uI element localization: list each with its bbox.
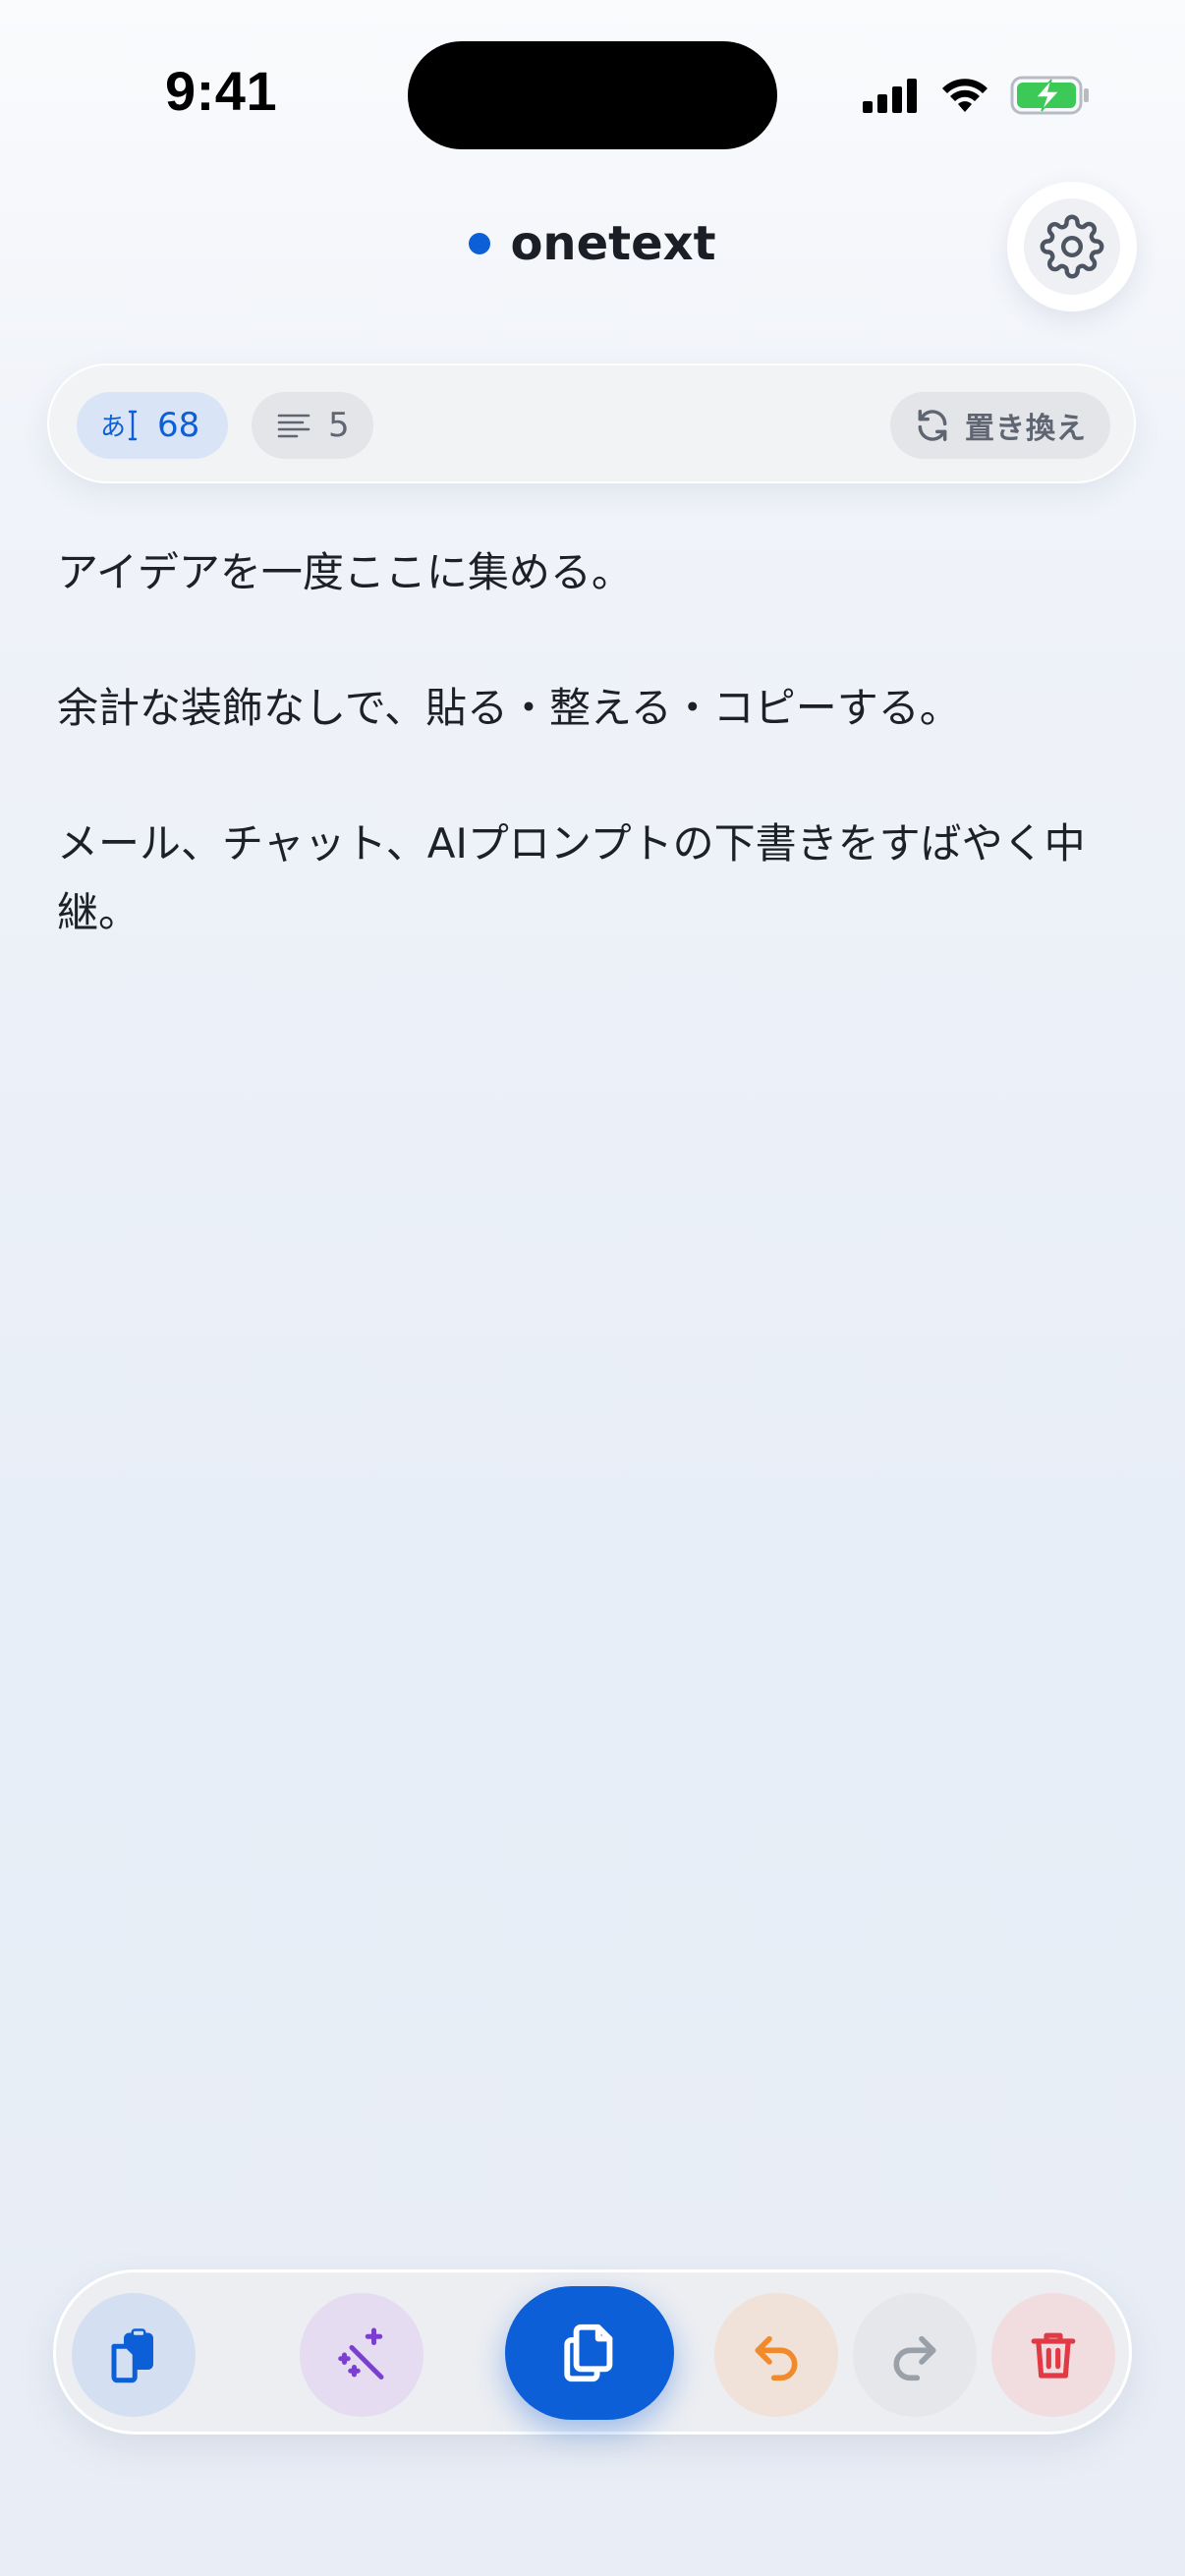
editor-paragraph: メール、チャット、AIプロンプトの下書きをすばやく中継。 xyxy=(57,819,1086,936)
copy-button[interactable] xyxy=(505,2286,674,2420)
editor-paragraph: アイデアを一度ここに集める。 xyxy=(57,548,633,596)
delete-button[interactable] xyxy=(991,2293,1115,2417)
status-icons xyxy=(861,71,1091,120)
wifi-icon xyxy=(942,79,988,112)
dynamic-island xyxy=(408,41,777,149)
stats-bar: あ 68 5 置き換え xyxy=(47,364,1136,483)
replace-button[interactable]: 置き換え xyxy=(890,392,1110,459)
undo-button[interactable] xyxy=(714,2293,838,2417)
char-count-value: 68 xyxy=(157,406,200,445)
magic-wand-icon xyxy=(338,2327,384,2380)
redo-button[interactable] xyxy=(853,2293,977,2417)
copy-icon xyxy=(564,2324,613,2382)
char-count-chip[interactable]: あ 68 xyxy=(77,392,228,459)
line-count-chip[interactable]: 5 xyxy=(252,392,373,459)
gear-icon xyxy=(1040,214,1104,279)
status-dot xyxy=(469,233,491,254)
character-count-icon: あ xyxy=(100,410,138,442)
text-editor[interactable]: アイデアを一度ここに集める。 余計な装飾なしで、貼る・整える・コピーする。 メー… xyxy=(57,538,1138,1014)
cellular-signal-icon xyxy=(863,79,917,113)
settings-button-inner xyxy=(1024,198,1120,295)
refresh-icon xyxy=(918,410,947,441)
line-count-value: 5 xyxy=(328,406,350,445)
trash-icon xyxy=(1031,2332,1076,2379)
magic-format-button[interactable] xyxy=(300,2293,423,2417)
app-title: onetext xyxy=(510,216,716,271)
status-bar: 9:41 xyxy=(0,0,1185,196)
settings-button[interactable] xyxy=(1007,182,1137,311)
editor-paragraph: 余計な装飾なしで、貼る・整える・コピーする。 xyxy=(57,684,961,732)
undo-icon xyxy=(755,2335,798,2381)
battery-charging-icon xyxy=(1010,76,1089,115)
status-time: 9:41 xyxy=(165,60,278,122)
paste-button[interactable] xyxy=(72,2293,196,2417)
lines-icon xyxy=(277,414,310,438)
replace-label: 置き換え xyxy=(965,412,1087,446)
paste-icon xyxy=(111,2328,153,2383)
redo-icon xyxy=(893,2335,936,2381)
bottom-toolbar xyxy=(53,2269,1132,2435)
char-icon-glyph: あ xyxy=(100,413,126,442)
